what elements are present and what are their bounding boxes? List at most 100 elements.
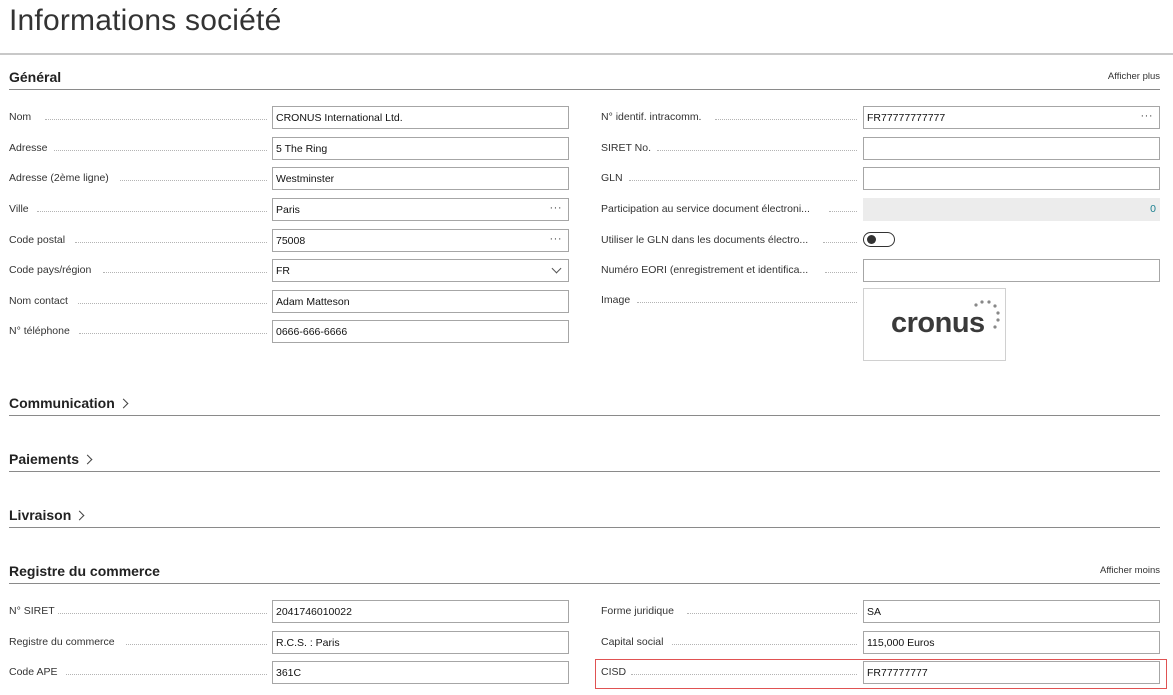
label-leader <box>629 180 857 181</box>
field-utiliser-gln: Utiliser le GLN dans les documents élect… <box>601 229 1160 252</box>
section-communication-title[interactable]: Communication <box>9 395 129 411</box>
field-label: Numéro EORI (enregistrement et identific… <box>601 264 809 276</box>
field-code-pays: Code pays/région FR <box>9 259 569 282</box>
field-capital-social: Capital social 115,000 Euros <box>601 631 1160 654</box>
field-adresse-2: Adresse (2ème ligne) Westminster <box>9 167 569 190</box>
field-participation-service: Participation au service document électr… <box>601 198 1160 221</box>
nom-input[interactable]: CRONUS International Ltd. <box>272 106 569 129</box>
label-leader <box>823 242 857 243</box>
field-label: Code pays/région <box>9 264 92 276</box>
field-label: Adresse (2ème ligne) <box>9 172 109 184</box>
field-label: Utiliser le GLN dans les documents élect… <box>601 234 809 246</box>
code-postal-value: 75008 <box>276 235 306 247</box>
label-leader <box>58 613 267 614</box>
code-postal-lookup-button[interactable]: ··· <box>550 233 563 245</box>
field-label: N° SIRET <box>9 605 55 617</box>
chevron-right-icon <box>74 510 85 521</box>
show-more-link[interactable]: Afficher plus <box>1108 71 1160 82</box>
ville-input[interactable]: Paris ··· <box>272 198 569 221</box>
forme-juridique-input[interactable]: SA <box>863 600 1160 623</box>
identif-intracomm-value: FR77777777777 <box>867 112 946 124</box>
label-leader <box>126 644 267 645</box>
field-label: Code postal <box>9 234 66 246</box>
section-paiements-title[interactable]: Paiements <box>9 451 93 467</box>
logo-dots-icon <box>974 300 1000 329</box>
label-leader <box>672 644 857 645</box>
participation-service-value: 0 <box>863 198 1160 221</box>
label-leader <box>825 272 857 273</box>
label-leader <box>54 150 267 151</box>
section-paiements-header[interactable]: Paiements <box>9 444 1160 472</box>
registre-commerce-input[interactable]: R.C.S. : Paris <box>272 631 569 654</box>
field-label: Nom contact <box>9 295 68 307</box>
cronus-logo: cronus <box>891 307 985 339</box>
field-label: Image <box>601 294 631 306</box>
field-label: Nom <box>9 111 32 123</box>
n-siret-input[interactable]: 2041746010022 <box>272 600 569 623</box>
section-communication-header[interactable]: Communication <box>9 388 1160 416</box>
field-label: Forme juridique <box>601 605 674 617</box>
chevron-right-icon <box>118 398 129 409</box>
section-general-title[interactable]: Général <box>9 69 61 85</box>
field-label: Ville <box>9 203 29 215</box>
section-livraison-title[interactable]: Livraison <box>9 507 85 523</box>
field-n-siret: N° SIRET 2041746010022 <box>9 600 569 623</box>
title-divider <box>0 53 1173 55</box>
field-label: SIRET No. <box>601 142 651 154</box>
field-code-ape: Code APE 361C <box>9 661 569 684</box>
field-telephone: N° téléphone 0666-666-6666 <box>9 320 569 343</box>
show-less-link[interactable]: Afficher moins <box>1100 565 1160 576</box>
siret-no-input[interactable] <box>863 137 1160 160</box>
identif-intracomm-input[interactable]: FR77777777777 ··· <box>863 106 1160 129</box>
toggle-knob <box>867 235 876 244</box>
section-registre-header: Registre du commerce Afficher moins <box>9 556 1160 584</box>
label-leader <box>715 119 857 120</box>
identif-lookup-button[interactable]: ··· <box>1141 110 1154 122</box>
label-leader <box>120 180 267 181</box>
field-nom: Nom CRONUS International Ltd. <box>9 106 569 129</box>
label-leader <box>45 119 267 120</box>
field-label: Adresse <box>9 142 48 154</box>
capital-social-input[interactable]: 115,000 Euros <box>863 631 1160 654</box>
field-label: Capital social <box>601 636 664 648</box>
label-leader <box>78 303 267 304</box>
section-livraison-header[interactable]: Livraison <box>9 500 1160 528</box>
field-gln: GLN <box>601 167 1160 190</box>
numero-eori-input[interactable] <box>863 259 1160 282</box>
adresse-2-input[interactable]: Westminster <box>272 167 569 190</box>
label-leader <box>37 211 267 212</box>
field-siret-no: SIRET No. <box>601 137 1160 160</box>
nom-contact-input[interactable]: Adam Matteson <box>272 290 569 313</box>
field-identif-intracomm: N° identif. intracomm. FR77777777777 ··· <box>601 106 1160 129</box>
ville-value: Paris <box>276 204 300 216</box>
field-label: Registre du commerce <box>9 636 115 648</box>
gln-input[interactable] <box>863 167 1160 190</box>
code-ape-input[interactable]: 361C <box>272 661 569 684</box>
field-label: Code APE <box>9 666 58 678</box>
cisd-highlight-frame <box>595 659 1167 689</box>
adresse-input[interactable]: 5 The Ring <box>272 137 569 160</box>
section-general-header: Général Afficher plus <box>9 62 1160 90</box>
section-registre-title[interactable]: Registre du commerce <box>9 563 160 579</box>
label-leader <box>66 674 267 675</box>
company-logo-image[interactable]: cronus <box>863 288 1006 361</box>
label-leader <box>829 211 857 212</box>
label-leader <box>657 150 857 151</box>
field-label: GLN <box>601 172 623 184</box>
field-label: N° téléphone <box>9 325 70 337</box>
label-leader <box>75 242 267 243</box>
field-ville: Ville Paris ··· <box>9 198 569 221</box>
field-code-postal: Code postal 75008 ··· <box>9 229 569 252</box>
code-postal-input[interactable]: 75008 ··· <box>272 229 569 252</box>
chevron-right-icon <box>82 454 93 465</box>
field-registre-commerce: Registre du commerce R.C.S. : Paris <box>9 631 569 654</box>
ville-lookup-button[interactable]: ··· <box>550 202 563 214</box>
telephone-input[interactable]: 0666-666-6666 <box>272 320 569 343</box>
field-adresse: Adresse 5 The Ring <box>9 137 569 160</box>
chevron-down-icon <box>551 263 562 274</box>
field-forme-juridique: Forme juridique SA <box>601 600 1160 623</box>
code-pays-value: FR <box>276 265 290 277</box>
utiliser-gln-toggle[interactable] <box>863 232 895 247</box>
field-label: Participation au service document électr… <box>601 203 810 215</box>
code-pays-select[interactable]: FR <box>272 259 569 282</box>
